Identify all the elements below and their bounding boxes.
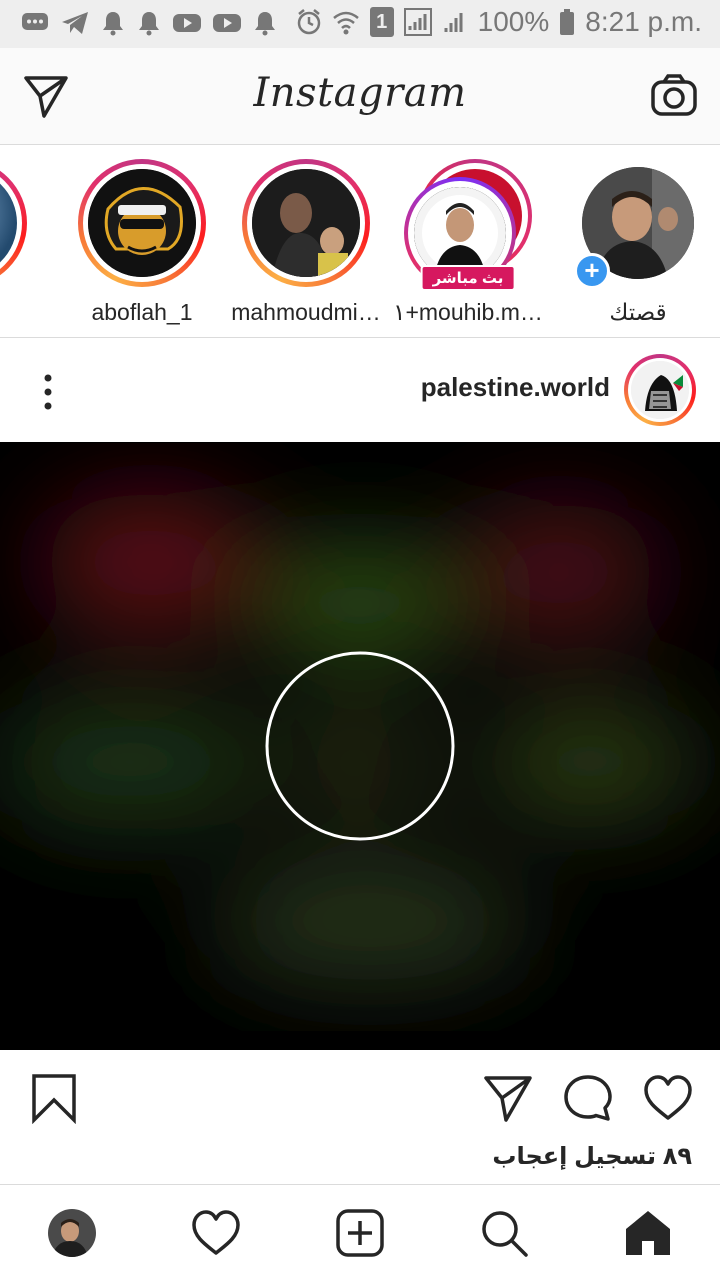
bell-icon — [255, 12, 275, 36]
status-bar: 1 100% 8:21 p.m. — [0, 0, 720, 48]
story-username: ١+mouhib.m… — [393, 299, 543, 325]
post-media[interactable] — [0, 442, 720, 1050]
live-badge: بث مباشر — [420, 265, 516, 291]
battery-percent: 100% — [477, 6, 550, 37]
post-avatar-image — [631, 361, 689, 419]
sim-icon: 1 — [369, 7, 394, 37]
stories-tray[interactable]: mad aboflah_1 mahmoudmi… بث مباشر ١+mouh… — [0, 145, 720, 338]
bell-icon — [139, 12, 159, 36]
story-ring — [78, 159, 206, 287]
post-media-loading-blur — [0, 442, 720, 1050]
story-avatar — [252, 169, 360, 277]
bottom-nav — [0, 1184, 720, 1281]
story-ring — [0, 159, 27, 287]
search-icon[interactable] — [478, 1207, 530, 1259]
battery-icon — [560, 9, 575, 35]
top-bar: Instagram — [0, 48, 720, 145]
comment-icon[interactable] — [562, 1072, 614, 1124]
heart-icon[interactable] — [642, 1072, 694, 1124]
story-item[interactable]: mad — [0, 159, 38, 326]
app-logo: Instagram — [253, 70, 467, 116]
signal-icon — [444, 13, 463, 32]
story-avatar — [88, 169, 196, 277]
post-actions: ٨٩ تسجيل إعجاب — [0, 1050, 720, 1184]
bookmark-icon[interactable] — [28, 1072, 80, 1124]
activity-heart-icon[interactable] — [190, 1207, 242, 1259]
bell-icon — [103, 12, 123, 36]
story-item-live[interactable]: بث مباشر ١+mouhib.m… — [393, 159, 543, 326]
story-avatar — [0, 169, 17, 277]
new-post-icon[interactable] — [334, 1207, 386, 1259]
send-icon[interactable] — [482, 1072, 534, 1124]
status-notification-icons — [20, 10, 278, 36]
wifi-icon — [332, 11, 359, 35]
camera-icon[interactable] — [650, 72, 698, 120]
story-username: قصتك — [609, 299, 667, 325]
your-story-item[interactable]: + قصتك — [563, 159, 713, 326]
status-system-icons: 1 100% 8:21 p.m. — [296, 6, 702, 38]
story-ring — [242, 159, 370, 287]
post-username[interactable]: palestine.world — [421, 372, 610, 403]
story-item[interactable]: aboflah_1 — [67, 159, 217, 326]
signal-icon — [403, 8, 432, 36]
more-options-icon[interactable] — [34, 372, 62, 412]
story-username: mad — [0, 299, 38, 326]
post-header: palestine.world — [0, 338, 720, 442]
likes-count[interactable]: ٨٩ تسجيل إعجاب — [492, 1142, 692, 1171]
youtube-icon — [173, 14, 201, 32]
story-username: mahmoudmi… — [231, 299, 381, 325]
profile-tab-avatar[interactable] — [48, 1209, 96, 1257]
post-avatar[interactable] — [624, 354, 696, 426]
telegram-icon — [62, 12, 88, 34]
home-icon[interactable] — [622, 1207, 674, 1259]
add-story-button[interactable]: + — [574, 253, 610, 289]
clock: 8:21 p.m. — [585, 6, 702, 37]
chat-icon — [22, 13, 48, 30]
youtube-icon — [213, 14, 241, 32]
story-username: aboflah_1 — [91, 299, 193, 325]
story-item[interactable]: mahmoudmi… — [231, 159, 381, 326]
alarm-icon — [297, 9, 320, 35]
